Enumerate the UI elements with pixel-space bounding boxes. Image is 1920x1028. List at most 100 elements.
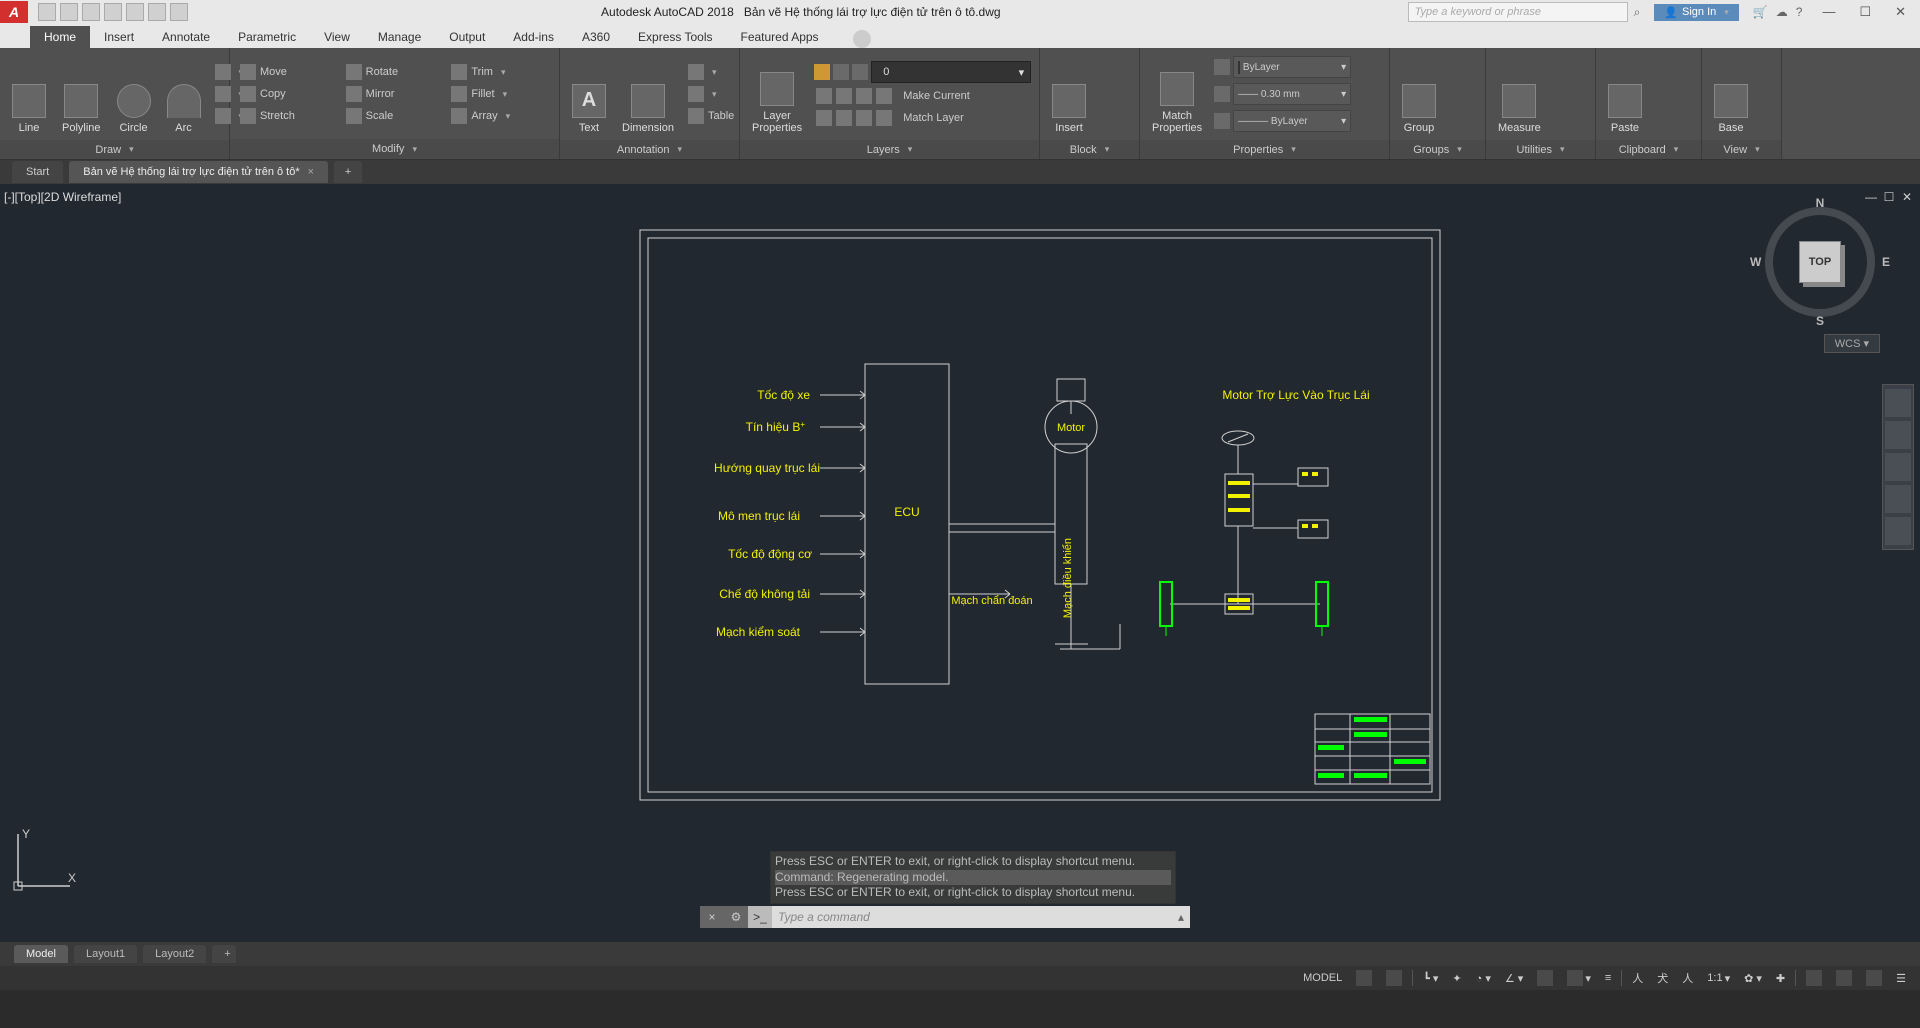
base-button[interactable]: Base [1708,52,1754,136]
panel-label-clipboard[interactable]: Clipboard [1596,140,1701,159]
text-button[interactable]: AText [566,52,612,136]
anno2-icon[interactable]: 犬 [1653,970,1672,986]
panel-label-modify[interactable]: Modify [230,139,559,159]
tab-layout1[interactable]: Layout1 [74,945,137,963]
zoom-icon[interactable] [1885,453,1911,481]
viewcube[interactable]: TOP N S W E [1760,202,1880,322]
lt-icon[interactable] [1214,113,1230,129]
tab-model[interactable]: Model [14,945,68,963]
viewcube-n[interactable]: N [1816,196,1825,210]
arc-button[interactable]: Arc [161,52,207,136]
bulb-icon[interactable] [814,64,830,80]
matchprops-button[interactable]: Match Properties [1146,52,1208,136]
undo-icon[interactable] [148,3,166,21]
print-icon[interactable] [126,3,144,21]
circle-button[interactable]: Circle [111,52,157,136]
panel-label-draw[interactable]: Draw [0,140,229,159]
cmd-recent-icon[interactable]: ▴ [1172,910,1190,924]
rotate-button[interactable]: Rotate [342,62,444,82]
ucs-icon[interactable]: Y X [8,826,78,896]
fillet-button[interactable]: Fillet [447,84,549,104]
addin-browser-icon[interactable] [853,30,871,48]
grid-icon[interactable] [1352,970,1376,986]
exchange-icon[interactable]: 🛒 [1753,5,1768,19]
binoculars-icon[interactable]: ⌕ [1634,5,1641,20]
open-icon[interactable] [60,3,78,21]
trim-button[interactable]: Trim [447,62,549,82]
command-input[interactable]: Type a command [772,910,1172,924]
redo-icon[interactable] [170,3,188,21]
leader-button[interactable] [684,62,738,82]
wcs-label[interactable]: WCS ▾ [1824,334,1880,353]
status-model[interactable]: MODEL [1299,972,1346,984]
viewcube-e[interactable]: E [1882,255,1890,269]
clean-icon[interactable] [1862,970,1886,986]
help-icon[interactable]: ? [1796,5,1803,19]
measure-button[interactable]: Measure [1492,52,1547,136]
linetype-combo[interactable]: ——— ByLayer▾ [1233,110,1351,132]
plus-icon[interactable]: ✚ [1772,972,1789,985]
iso-icon[interactable] [1802,970,1826,986]
orbit-icon[interactable] [1885,485,1911,513]
paste-button[interactable]: Paste [1602,52,1648,136]
polyline-button[interactable]: Polyline [56,52,107,136]
lineweight-combo[interactable]: —— 0.30 mm▾ [1233,83,1351,105]
viewcube-w[interactable]: W [1750,255,1761,269]
hwaccel-icon[interactable] [1832,970,1856,986]
panel-label-block[interactable]: Block [1040,140,1139,159]
table-button[interactable]: Table [684,106,738,126]
panel-label-layers[interactable]: Layers [740,140,1039,159]
dimension-button[interactable]: Dimension [616,52,680,136]
viewcube-top[interactable]: TOP [1799,241,1841,283]
matchlayer-button[interactable]: Match Layer [812,108,1033,128]
group-button[interactable]: Group [1396,52,1442,136]
fullnav-icon[interactable] [1885,389,1911,417]
saveas-icon[interactable] [104,3,122,21]
tab-insert[interactable]: Insert [90,26,148,48]
panel-label-utilities[interactable]: Utilities [1486,140,1595,159]
tab-document[interactable]: Bản vẽ Hệ thống lái trợ lực điện tử trên… [69,161,328,183]
canvas[interactable]: ECU Tốc độ xe Tín hiệu B+ Hướng quay trụ… [0,184,1920,966]
help-search-input[interactable]: Type a keyword or phrase [1408,2,1628,22]
mleader-button[interactable] [684,84,738,104]
command-line[interactable]: × ⚙ >_ Type a command ▴ [700,906,1190,928]
vp-close-icon[interactable]: ✕ [1900,190,1914,204]
lock-icon[interactable] [852,64,868,80]
line-button[interactable]: Line [6,52,52,136]
save-icon[interactable] [82,3,100,21]
panel-label-groups[interactable]: Groups [1390,140,1485,159]
stretch-button[interactable]: Stretch [236,106,338,126]
otrack-icon[interactable] [1533,970,1557,986]
color-combo[interactable]: ByLayer▾ [1233,56,1351,78]
isodraft-icon[interactable]: ◔ ▾ [1472,972,1495,985]
panel-label-properties[interactable]: Properties [1140,140,1389,159]
dyn-icon[interactable]: ▾ [1563,970,1595,986]
close-button[interactable]: ✕ [1895,4,1906,20]
a360-icon[interactable]: ☁ [1776,5,1788,19]
showmotion-icon[interactable] [1885,517,1911,545]
panel-label-view[interactable]: View [1702,140,1781,159]
app-logo-icon[interactable]: A [0,1,28,23]
minimize-button[interactable]: — [1822,4,1835,20]
tab-addins[interactable]: Add-ins [499,26,568,48]
customize-icon[interactable]: ☰ [1892,972,1910,985]
sun-icon[interactable] [833,64,849,80]
layer-combo[interactable]: 0▾ [871,61,1031,83]
tab-parametric[interactable]: Parametric [224,26,310,48]
makecurrent-button[interactable]: Make Current [812,86,1033,106]
ortho-icon[interactable]: ┗ ▾ [1419,972,1442,985]
tab-a360[interactable]: A360 [568,26,624,48]
cmd-options-icon[interactable]: ⚙ [724,906,748,928]
tab-home[interactable]: Home [30,26,90,48]
anno-icon[interactable]: 人 [1628,970,1647,986]
signin-button[interactable]: 👤 Sign In [1654,4,1738,21]
tab-view[interactable]: View [310,26,364,48]
tab-start[interactable]: Start [12,161,63,183]
scale-button[interactable]: Scale [342,106,444,126]
new-icon[interactable] [38,3,56,21]
lwt-icon[interactable]: ≡ [1601,972,1615,984]
move-button[interactable]: Move [236,62,338,82]
maximize-button[interactable]: ☐ [1859,4,1871,20]
lw-icon[interactable] [1214,86,1230,102]
cmd-close-icon[interactable]: × [700,906,724,928]
